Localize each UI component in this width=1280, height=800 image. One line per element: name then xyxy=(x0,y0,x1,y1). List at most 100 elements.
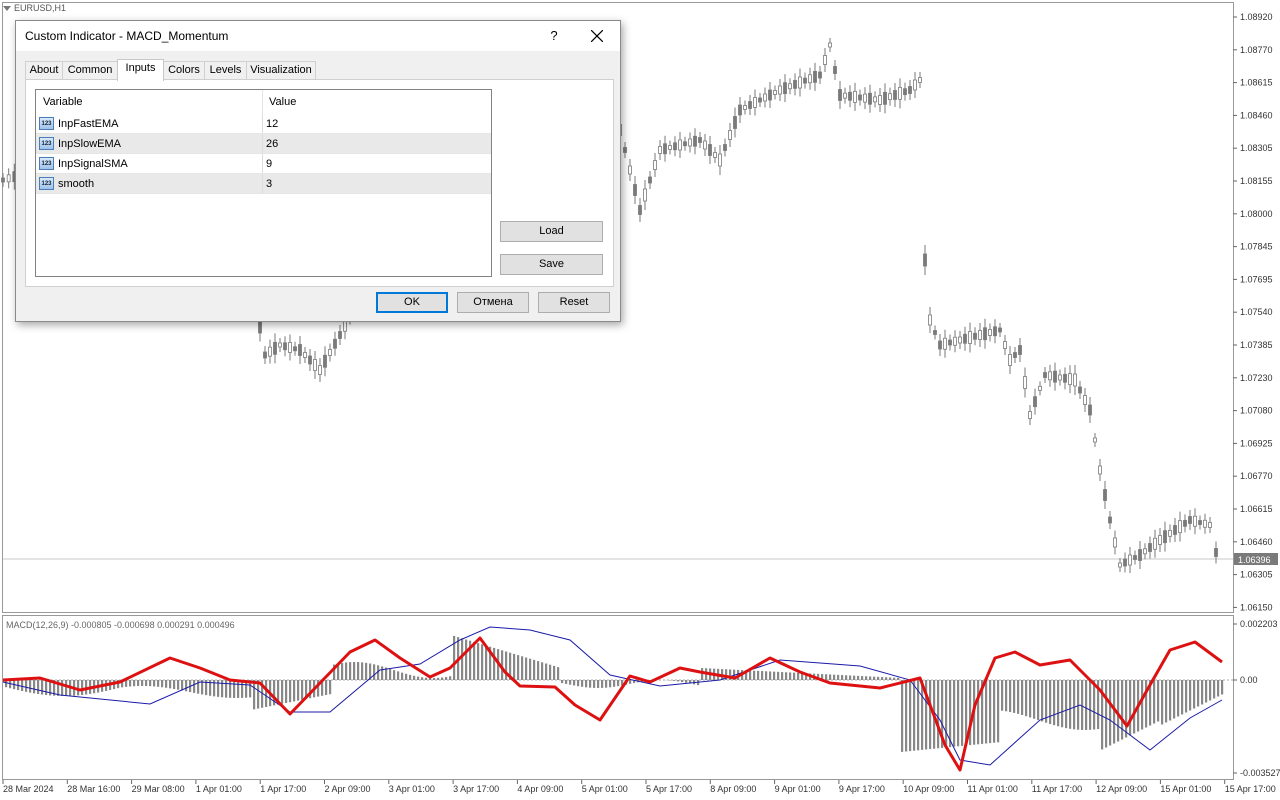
param-value[interactable]: 26 xyxy=(266,138,278,150)
ok-button[interactable]: OK xyxy=(376,292,448,313)
macd-histogram-bar xyxy=(609,680,612,688)
price-candle xyxy=(928,314,932,326)
macd-subwindow-frame xyxy=(2,615,1234,780)
tab-visualization[interactable]: Visualization xyxy=(246,61,316,80)
price-candle xyxy=(668,145,672,150)
price-candle xyxy=(778,85,782,95)
chevron-down-icon[interactable] xyxy=(3,6,11,12)
price-candle xyxy=(1053,370,1057,383)
macd-histogram-bar xyxy=(381,666,384,680)
macd-histogram-bar xyxy=(361,662,364,680)
macd-histogram-bar xyxy=(561,680,564,684)
macd-tick-label: -0.003527 xyxy=(1240,768,1280,778)
price-candle xyxy=(1208,522,1212,528)
price-candle xyxy=(773,90,777,95)
price-candle xyxy=(873,96,877,103)
time-tick-label: 1 Apr 17:00 xyxy=(260,784,306,794)
table-row[interactable]: 123 InpSlowEMA 26 xyxy=(36,134,491,154)
table-row[interactable]: 123 smooth 3 xyxy=(36,174,491,194)
price-candle xyxy=(1043,372,1047,378)
price-candle xyxy=(698,137,702,143)
macd-histogram-bar xyxy=(413,675,416,680)
dialog-titlebar[interactable]: Custom Indicator - MACD_Momentum ? xyxy=(16,21,620,51)
price-tick-label: 1.07230 xyxy=(1240,373,1273,383)
macd-histogram-bar xyxy=(177,680,180,690)
macd-histogram-bar xyxy=(165,680,168,688)
macd-histogram-bar xyxy=(41,680,44,695)
time-tick-label: 5 Apr 17:00 xyxy=(646,784,692,794)
price-candle xyxy=(868,92,872,105)
price-candle xyxy=(683,141,687,147)
column-header-value[interactable]: Value xyxy=(269,96,296,108)
cancel-button[interactable]: Отмена xyxy=(457,292,529,313)
macd-histogram-bar xyxy=(1181,680,1184,715)
macd-histogram-bar xyxy=(777,671,780,680)
param-value[interactable]: 3 xyxy=(266,178,272,190)
macd-histogram-bar xyxy=(905,680,908,752)
macd-histogram-bar xyxy=(1165,680,1168,723)
tab-common[interactable]: Common xyxy=(62,61,118,80)
macd-histogram-bar xyxy=(513,653,516,680)
macd-histogram-bar xyxy=(301,680,304,700)
macd-histogram-bar xyxy=(533,659,536,680)
price-candle xyxy=(298,344,302,356)
price-candle xyxy=(328,349,332,356)
price-tick-label: 1.06150 xyxy=(1240,602,1273,612)
macd-histogram-bar xyxy=(909,680,912,752)
macd-histogram-bar xyxy=(1221,680,1224,695)
help-button[interactable]: ? xyxy=(544,25,564,47)
load-button[interactable]: Load xyxy=(500,221,603,242)
close-button[interactable] xyxy=(584,24,610,48)
time-tick-label: 8 Apr 09:00 xyxy=(710,784,756,794)
macd-histogram-bar xyxy=(993,680,996,743)
macd-histogram-bar xyxy=(349,662,352,680)
macd-histogram-bar xyxy=(493,647,496,680)
symbol-label[interactable]: EURUSD,H1 xyxy=(3,3,66,13)
tab-about[interactable]: About xyxy=(25,61,63,80)
macd-histogram-bar xyxy=(65,680,68,696)
column-separator[interactable] xyxy=(262,90,263,114)
macd-histogram-bar xyxy=(397,671,400,680)
price-candle xyxy=(1068,373,1072,386)
save-button[interactable]: Save xyxy=(500,254,603,275)
price-candle xyxy=(1143,548,1147,555)
price-candle xyxy=(1093,437,1097,443)
table-row[interactable]: 123 InpSignalSMA 9 xyxy=(36,154,491,174)
macd-histogram-bar xyxy=(937,680,940,749)
macd-histogram-bar xyxy=(753,670,756,680)
price-candle xyxy=(793,79,797,89)
macd-tick-label: 0.002203 xyxy=(1240,619,1278,629)
integer-param-icon: 123 xyxy=(39,137,54,150)
row-divider xyxy=(262,134,263,154)
macd-histogram-bar xyxy=(481,644,484,680)
macd-histogram-bar xyxy=(225,680,228,698)
price-candle xyxy=(908,86,912,94)
price-candle xyxy=(1173,525,1177,535)
macd-indicator-label: MACD(12,26,9) -0.000805 -0.000698 0.0002… xyxy=(6,620,235,630)
tab-inputs[interactable]: Inputs xyxy=(117,59,164,81)
macd-histogram-bar xyxy=(465,639,468,680)
macd-histogram-bar xyxy=(409,674,412,680)
macd-histogram-bar xyxy=(1109,680,1112,746)
price-candle xyxy=(1153,537,1157,550)
column-header-variable[interactable]: Variable xyxy=(43,96,83,108)
price-tick-label: 1.07695 xyxy=(1240,274,1273,284)
price-candle xyxy=(343,320,347,332)
price-candle xyxy=(808,74,812,84)
reset-button[interactable]: Reset xyxy=(538,292,610,313)
macd-histogram-bar xyxy=(421,677,424,680)
macd-histogram-bar xyxy=(1069,680,1072,729)
macd-histogram-bar xyxy=(461,638,464,680)
macd-histogram-bar xyxy=(1177,680,1180,717)
tab-colors[interactable]: Colors xyxy=(163,61,205,80)
macd-histogram-bar xyxy=(133,680,136,687)
param-value[interactable]: 12 xyxy=(266,118,278,130)
price-tick-label: 1.08770 xyxy=(1240,45,1273,55)
table-row[interactable]: 123 InpFastEMA 12 xyxy=(36,114,491,134)
macd-histogram-bar xyxy=(889,677,892,680)
tab-levels[interactable]: Levels xyxy=(204,61,247,80)
price-tick-label: 1.08000 xyxy=(1240,209,1273,219)
macd-histogram-bar xyxy=(1077,680,1080,730)
param-value[interactable]: 9 xyxy=(266,158,272,170)
macd-histogram-bar xyxy=(137,680,140,687)
